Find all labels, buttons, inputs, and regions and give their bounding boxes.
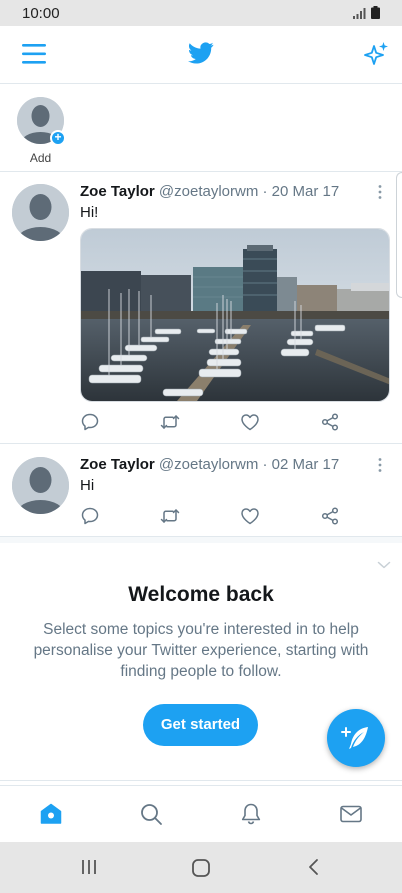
avatar[interactable] [12,457,69,514]
system-navigation-bar [0,842,402,893]
harbor-photo [81,229,389,401]
notifications-bell-icon[interactable] [239,802,263,826]
fleets-row: + Add [0,84,402,172]
tweet-text: Hi [80,477,95,494]
welcome-description: Select some topics you're interested in … [33,621,369,680]
notch-shape [0,0,402,26]
compose-feather-icon [341,727,368,749]
share-icon[interactable] [320,412,340,432]
add-fleet-plus-icon[interactable]: + [50,130,66,146]
tweet[interactable]: Zoe Taylor @zoetaylorwm · 02 Mar 17 Hi [0,444,402,537]
tweet-author-name[interactable]: Zoe Taylor [80,456,155,473]
sparkle-icon[interactable] [362,40,390,68]
reply-icon[interactable] [80,412,100,432]
signal-icon [353,8,366,19]
side-panel-handle[interactable] [396,172,402,298]
default-avatar-icon [12,184,69,241]
search-icon[interactable] [139,802,163,826]
add-fleet-label: Add [29,151,52,165]
tweet-header: Zoe Taylor @zoetaylorwm · 20 Mar 17 [80,183,339,200]
tweet-image[interactable] [80,228,390,402]
twitter-bird-icon[interactable] [188,41,214,65]
back-icon[interactable] [306,858,320,876]
tweet-header: Zoe Taylor @zoetaylorwm · 02 Mar 17 [80,456,339,473]
status-time: 10:00 [22,5,60,22]
tweet[interactable]: Zoe Taylor @zoetaylorwm · 20 Mar 17 Hi! [0,172,402,444]
menu-icon[interactable] [22,43,46,65]
chevron-down-icon[interactable] [377,560,391,570]
like-icon[interactable] [240,412,260,432]
home-icon[interactable] [39,802,63,826]
tweet-author-name[interactable]: Zoe Taylor [80,183,155,200]
get-started-button[interactable]: Get started [143,704,258,746]
tweet-actions [80,506,350,528]
retweet-icon[interactable] [160,506,180,526]
default-avatar-icon [12,457,69,514]
bottom-navigation [0,785,402,842]
recent-apps-icon[interactable] [80,858,98,876]
app-header [0,26,402,84]
reply-icon[interactable] [80,506,100,526]
compose-tweet-button[interactable] [327,709,385,767]
more-options-icon[interactable] [374,457,386,473]
welcome-title: Welcome back [128,583,274,606]
retweet-icon[interactable] [160,412,180,432]
messages-envelope-icon[interactable] [339,802,363,826]
more-options-icon[interactable] [374,184,386,200]
tweet-actions [80,412,350,434]
home-button-icon[interactable] [191,858,211,878]
like-icon[interactable] [240,506,260,526]
system-icons [353,6,380,19]
avatar[interactable] [12,184,69,241]
tweet-text: Hi! [80,204,99,221]
battery-icon [371,6,380,19]
tweet-meta: @zoetaylorwm · 02 Mar 17 [158,456,340,473]
tweet-meta: @zoetaylorwm · 20 Mar 17 [158,183,340,200]
status-bar: 10:00 [0,0,402,26]
share-icon[interactable] [320,506,340,526]
